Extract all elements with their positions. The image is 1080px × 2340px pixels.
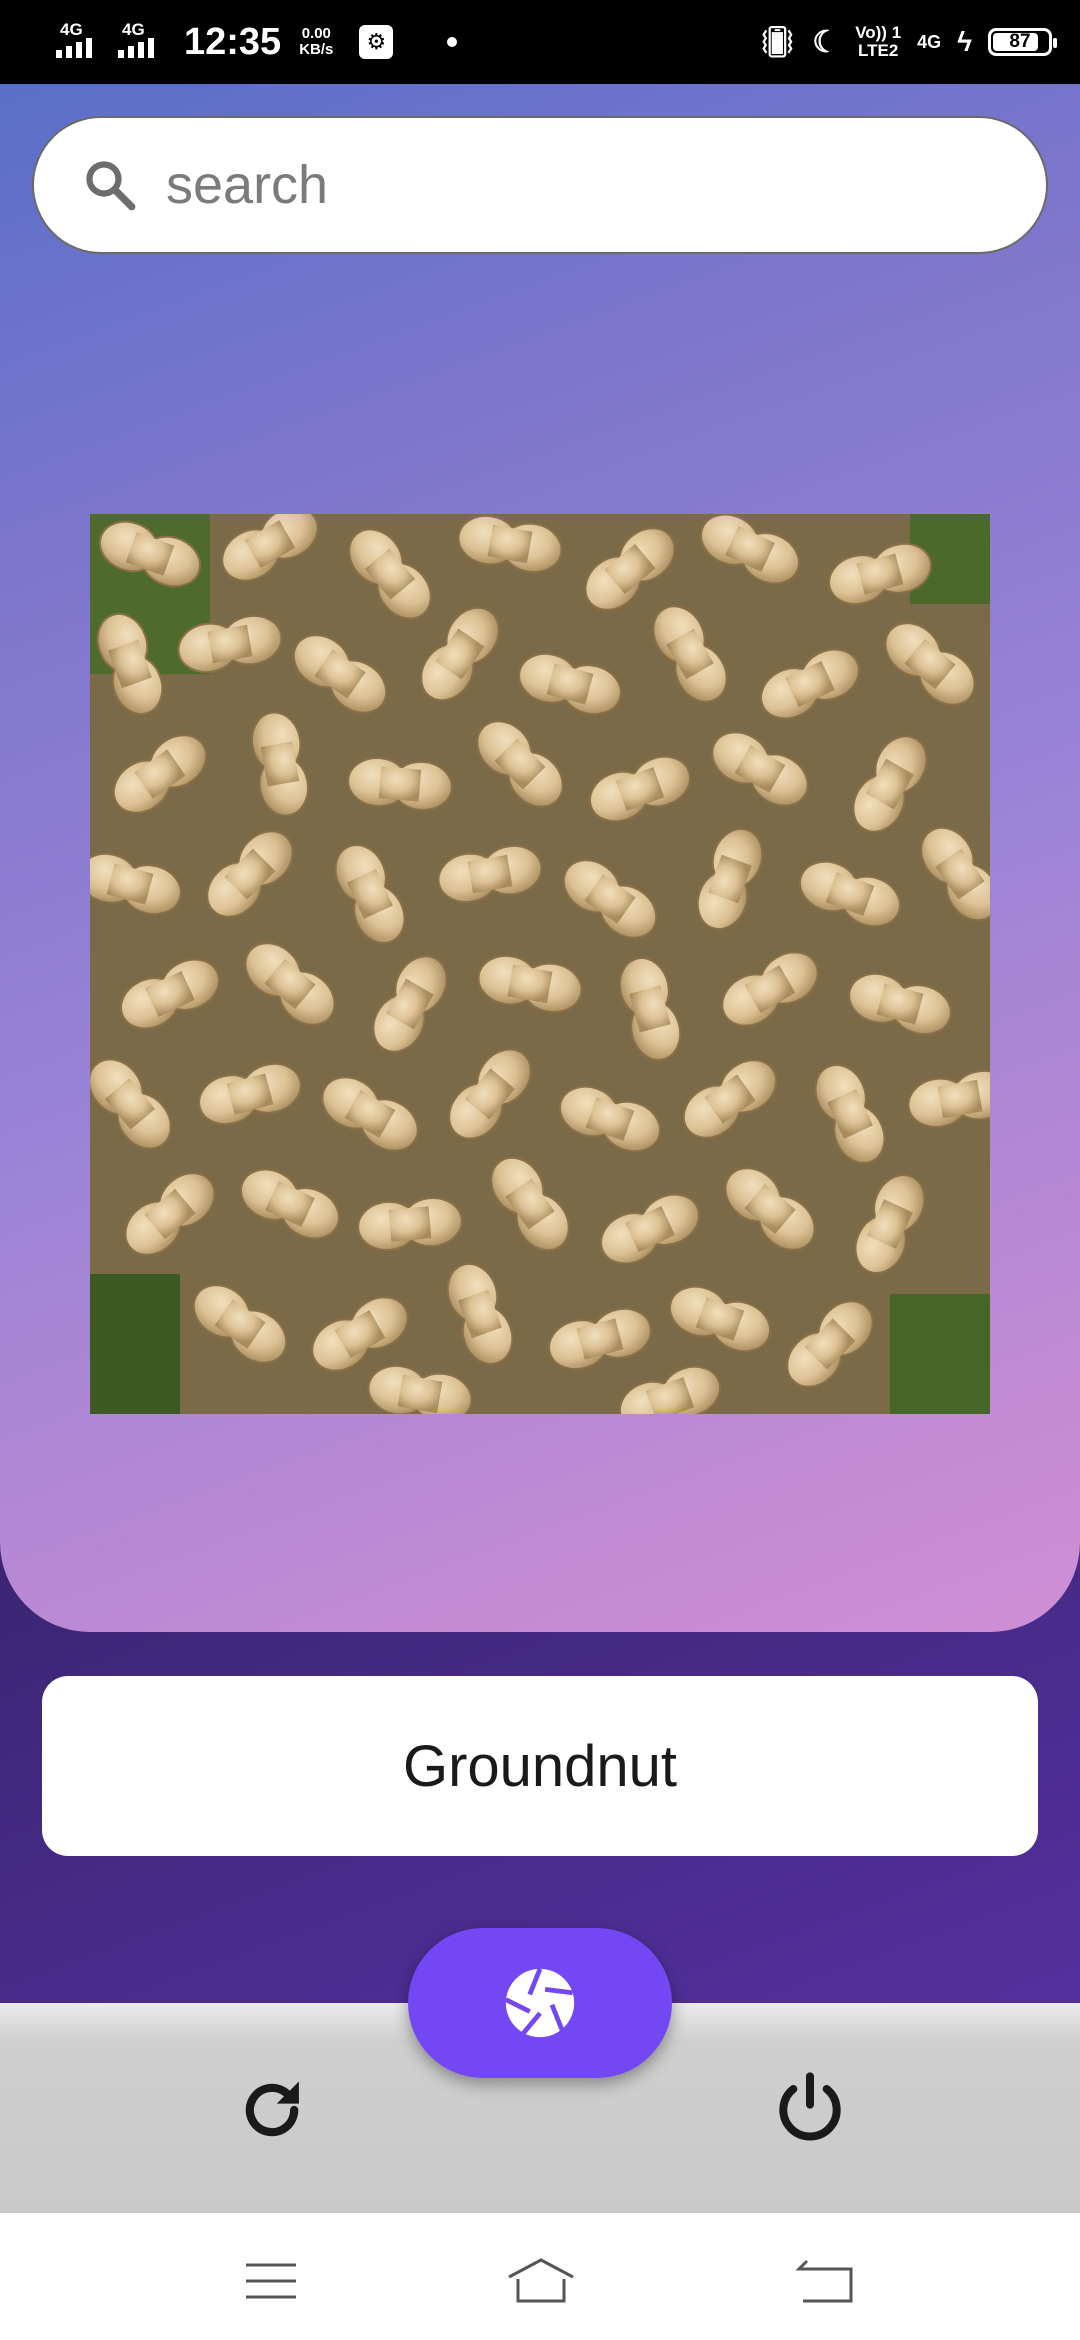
menu-icon <box>246 2263 296 2299</box>
camera-shutter-icon <box>504 1967 575 2038</box>
usb-debug-icon: ⚙ <box>359 25 394 59</box>
search-input[interactable] <box>164 153 968 217</box>
home-icon <box>508 2258 574 2303</box>
signal-icon: 4G <box>56 20 104 64</box>
charging-icon: ϟ <box>957 26 972 57</box>
signal-icon-2: 4G <box>118 20 166 64</box>
network-type-3: 4G <box>917 31 942 52</box>
refresh-icon <box>245 2081 299 2137</box>
network-type-1: 4G <box>60 20 83 39</box>
prediction-label: Groundnut <box>402 1733 678 1799</box>
network-speed: 0.00 KB/s <box>299 26 333 58</box>
do-not-disturb-icon: ☾ <box>812 25 840 59</box>
network-type-2: 4G <box>122 20 145 39</box>
battery-level: 87 <box>1009 31 1031 52</box>
nav-home-button[interactable] <box>506 2253 576 2309</box>
top-panel <box>0 84 1080 1632</box>
network-speed-value: 0.00 <box>301 25 331 42</box>
refresh-button[interactable] <box>230 2068 314 2152</box>
nav-back-button[interactable] <box>790 2253 860 2309</box>
power-button[interactable] <box>768 2066 852 2150</box>
status-bar: 4G 4G 12:35 0.00 KB/s ⚙ 📳︎ ☾ Vo)) 1 LTE2… <box>0 0 1080 84</box>
search-bar[interactable] <box>32 116 1048 254</box>
volte-label: Vo)) 1 <box>855 23 902 42</box>
camera-capture-button[interactable] <box>408 1928 672 2078</box>
nav-menu-button[interactable] <box>236 2253 306 2309</box>
network-speed-unit: KB/s <box>299 41 334 58</box>
notification-dot-icon <box>447 37 458 47</box>
power-icon <box>779 2072 841 2141</box>
prediction-result-card: Groundnut <box>42 1676 1038 1856</box>
vibrate-icon: 📳︎ <box>758 25 797 59</box>
crop-image <box>90 514 990 1414</box>
clock: 12:35 <box>184 20 282 63</box>
search-icon <box>70 156 150 214</box>
volte-indicator: Vo)) 1 LTE2 <box>855 24 901 60</box>
lte-label: LTE2 <box>858 41 899 60</box>
back-icon <box>795 2259 853 2303</box>
system-nav-bar <box>0 2213 1080 2340</box>
battery-icon: 87 <box>988 28 1057 56</box>
